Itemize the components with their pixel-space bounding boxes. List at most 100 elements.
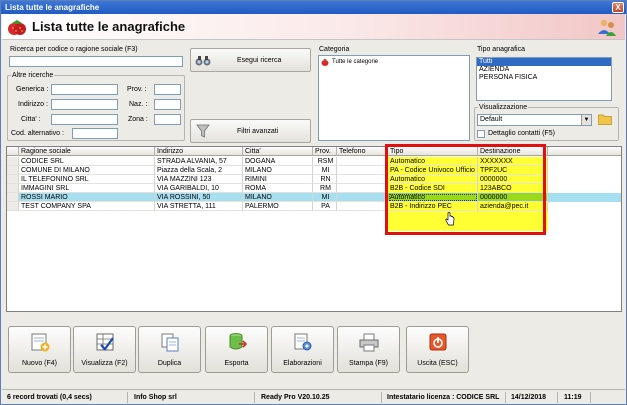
status-time: 11:19	[561, 392, 591, 403]
col-telefono[interactable]: Telefono	[337, 147, 388, 156]
new-document-icon	[31, 333, 50, 352]
cell-indirizzo: STRADA ALVANIA, 57	[155, 157, 243, 166]
cell-citta: DOGANA	[243, 157, 313, 166]
cell-citta: RIMINI	[243, 175, 313, 184]
row-indicator	[7, 175, 19, 184]
naz-input[interactable]	[154, 99, 181, 110]
view-grid-icon	[96, 333, 114, 351]
zona-label: Zona :	[128, 116, 148, 123]
nuovo-label: Nuovo (F4)	[21, 360, 57, 367]
cell-prov: RM	[313, 184, 337, 193]
cod-alt-label: Cod. alternativo :	[11, 130, 64, 137]
cell-prov: RSM	[313, 157, 337, 166]
window-titlebar[interactable]: Lista tutte le anagrafiche X	[1, 1, 626, 14]
dettaglio-contatti-label: Dettaglio contatti (F5)	[488, 130, 555, 137]
cell-prov: MI	[313, 166, 337, 175]
generica-label: Generica :	[16, 86, 49, 93]
visualizza-button[interactable]: Visualizza (F2)	[73, 326, 136, 373]
tipo-item-azienda[interactable]: AZIENDA	[477, 66, 611, 74]
cell-indirizzo: VIA STRETTA, 111	[155, 202, 243, 211]
duplicate-icon	[161, 333, 179, 352]
advanced-filters-button[interactable]: Filtri avanzati	[190, 119, 311, 143]
cell-citta: MILANO	[243, 193, 313, 202]
cod-alt-input[interactable]	[72, 128, 118, 139]
cell-telefono	[337, 193, 388, 202]
cell-prov: MI	[313, 193, 337, 202]
cell-indirizzo: Piazza della Scala, 2	[155, 166, 243, 175]
advanced-filters-label: Filtri avanzati	[237, 128, 279, 135]
esporta-button[interactable]: Esporta	[205, 326, 268, 373]
funnel-icon	[196, 124, 210, 138]
highlight-frame	[385, 144, 546, 235]
cell-indirizzo: VIA ROSSINI, 50	[155, 193, 243, 202]
hand-cursor-icon	[445, 212, 455, 226]
binoculars-icon	[195, 56, 211, 66]
execute-search-button[interactable]: Esegui ricerca	[190, 48, 311, 72]
visualizza-label: Visualizza (F2)	[81, 360, 128, 367]
status-records: 6 record trovati (0,4 secs)	[4, 392, 128, 403]
cell-ragione-sociale: IL TELEFONINO SRL	[19, 175, 155, 184]
citta-input[interactable]	[51, 114, 118, 125]
status-license: Intestatario licenza : CODICE SRL	[384, 392, 506, 403]
tipo-anagrafica-label: Tipo anagrafica	[477, 46, 525, 53]
row-indicator	[7, 193, 19, 202]
cell-indirizzo: VIA MAZZINI 123	[155, 175, 243, 184]
cell-telefono	[337, 175, 388, 184]
citta-label: Citta' :	[21, 116, 41, 123]
prov-input[interactable]	[154, 84, 181, 95]
col-citta[interactable]: Citta'	[243, 147, 313, 156]
cell-citta: PALERMO	[243, 202, 313, 211]
uscita-label: Uscita (ESC)	[417, 360, 458, 367]
col-ragione-sociale[interactable]: Ragione sociale	[19, 147, 155, 156]
grid-header-indicator	[7, 147, 19, 156]
other-search-label: Altre ricerche	[11, 72, 55, 79]
folder-icon[interactable]	[598, 113, 612, 125]
naz-label: Naz. :	[129, 101, 148, 108]
tipo-anagrafica-list[interactable]: Tutti AZIENDA PERSONA FISICA	[476, 57, 612, 101]
tipo-item-tutti[interactable]: Tutti	[477, 58, 611, 66]
cell-prov: PA	[313, 202, 337, 211]
cell-indirizzo: VIA GARIBALDI, 10	[155, 184, 243, 193]
exit-icon	[429, 333, 447, 351]
cell-ragione-sociale: TEST COMPANY SPA	[19, 202, 155, 211]
close-button[interactable]: X	[612, 2, 624, 13]
strawberry-icon	[8, 20, 26, 35]
row-indicator	[7, 184, 19, 193]
visualizzazione-select[interactable]: Default ▼	[477, 114, 592, 126]
search-main-label: Ricerca per codice o ragione sociale (F3…	[10, 46, 138, 53]
cell-ragione-sociale: CODICE SRL	[19, 157, 155, 166]
col-prov[interactable]: Prov.	[313, 147, 337, 156]
cell-citta: ROMA	[243, 184, 313, 193]
category-list[interactable]: Tutte le categorie	[318, 55, 470, 141]
visualizzazione-label: Visualizzazione	[478, 104, 529, 111]
status-company: Info Shop srl	[131, 392, 255, 403]
processing-icon	[294, 333, 312, 351]
elaborazioni-button[interactable]: Elaborazioni	[271, 326, 334, 373]
duplica-button[interactable]: Duplica	[138, 326, 201, 373]
page-title: Lista tutte le anagrafiche	[32, 19, 186, 34]
elaborazioni-label: Elaborazioni	[283, 360, 322, 367]
cell-telefono	[337, 202, 388, 211]
indirizzo-label: Indirizzo :	[18, 101, 48, 108]
chevron-down-icon[interactable]: ▼	[581, 115, 591, 125]
dettaglio-contatti-checkbox[interactable]	[477, 130, 485, 138]
generica-input[interactable]	[51, 84, 118, 95]
category-label: Categoria	[319, 46, 350, 53]
execute-search-label: Esegui ricerca	[237, 57, 282, 64]
zona-input[interactable]	[154, 114, 181, 125]
row-indicator	[7, 157, 19, 166]
status-bar: 6 record trovati (0,4 secs) Info Shop sr…	[2, 389, 625, 404]
status-version: Ready Pro V20.10.25	[258, 392, 382, 403]
uscita-button[interactable]: Uscita (ESC)	[406, 326, 469, 373]
search-input[interactable]	[9, 56, 183, 67]
cell-telefono	[337, 157, 388, 166]
cell-ragione-sociale: IMMAGINI SRL	[19, 184, 155, 193]
tipo-item-persona-fisica[interactable]: PERSONA FISICA	[477, 74, 611, 82]
strawberry-small-icon	[321, 58, 329, 66]
indirizzo-input[interactable]	[51, 99, 118, 110]
col-indirizzo[interactable]: Indirizzo	[155, 147, 243, 156]
stampa-button[interactable]: Stampa (F9)	[337, 326, 400, 373]
export-database-icon	[229, 333, 247, 350]
nuovo-button[interactable]: Nuovo (F4)	[8, 326, 71, 373]
cell-ragione-sociale: COMUNE DI MILANO	[19, 166, 155, 175]
